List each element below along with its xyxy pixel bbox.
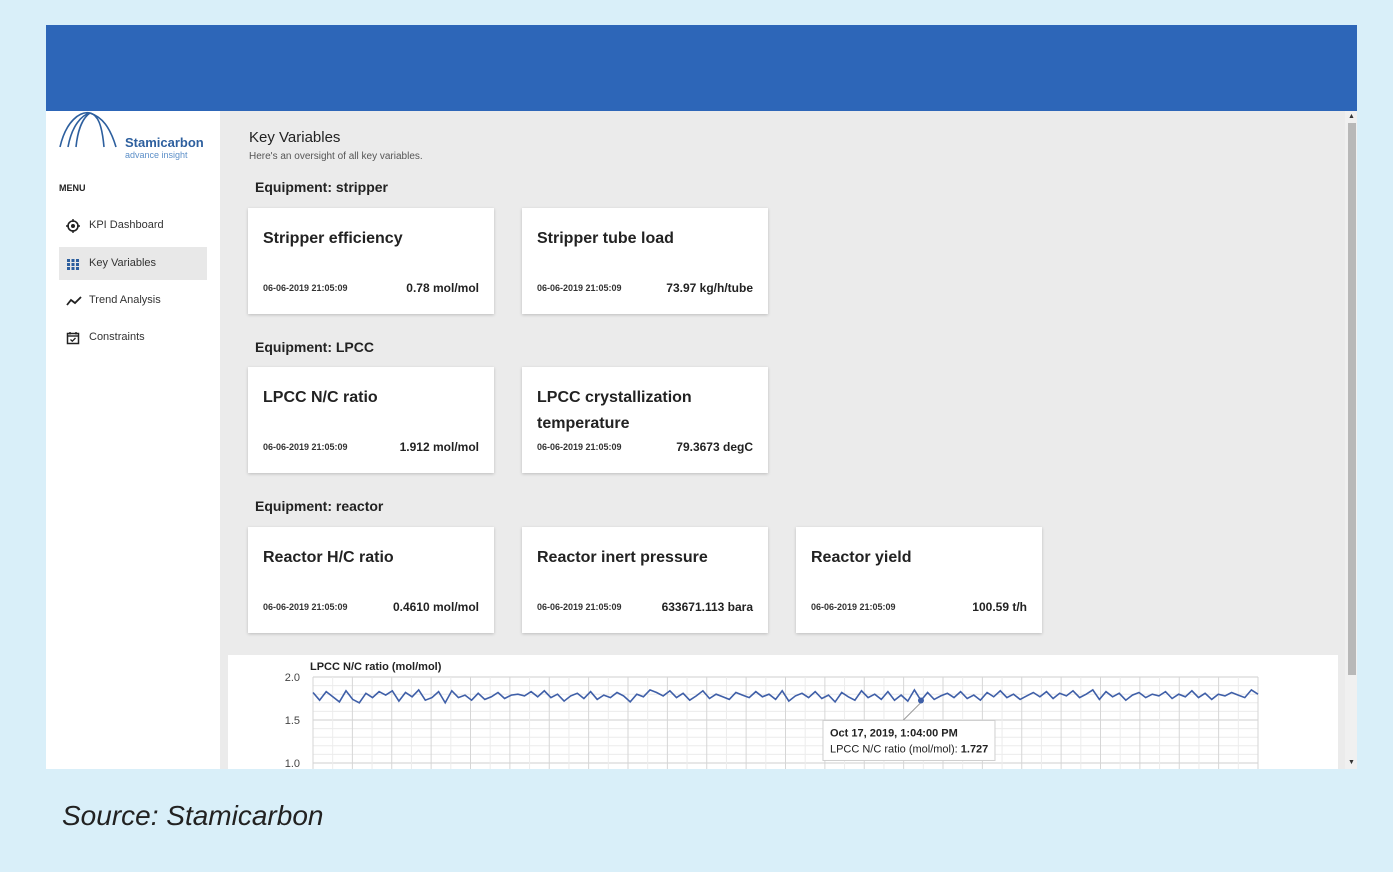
card-timestamp: 06-06-2019 21:05:09 xyxy=(263,602,348,612)
y-tick-label: 1.5 xyxy=(285,715,300,727)
kpi-card-stripper-efficiency[interactable]: Stripper efficiency 06-06-2019 21:05:09 … xyxy=(248,208,494,314)
target-icon xyxy=(66,219,80,233)
stamicarbon-logo[interactable]: Stamicarbon advance insight xyxy=(58,111,218,163)
trend-icon xyxy=(66,296,82,306)
main-content: Key Variables Here's an oversight of all… xyxy=(220,111,1345,769)
trend-chart-panel[interactable]: LPCC N/C ratio (mol/mol) 2.0 1.5 1.0 Oct… xyxy=(228,655,1338,769)
sidebar-item-label: Trend Analysis xyxy=(89,294,161,306)
card-timestamp: 06-06-2019 21:05:09 xyxy=(537,283,622,293)
tooltip-date: Oct 17, 2019, 1:04:00 PM xyxy=(830,727,958,739)
kpi-card-reactor-inert-pressure[interactable]: Reactor inert pressure 06-06-2019 21:05:… xyxy=(522,527,768,633)
logo-name: Stamicarbon xyxy=(125,135,204,150)
card-title: Reactor yield xyxy=(811,549,912,566)
chart-tooltip: Oct 17, 2019, 1:04:00 PM LPCC N/C ratio … xyxy=(822,719,996,761)
scroll-down-arrow-icon[interactable]: ▼ xyxy=(1348,759,1355,766)
card-timestamp: 06-06-2019 21:05:09 xyxy=(263,283,348,293)
tooltip-series-label: LPCC N/C ratio (mol/mol): xyxy=(830,743,961,755)
section-title-stripper: Equipment: stripper xyxy=(255,179,389,195)
card-value: 0.4610 mol/mol xyxy=(392,600,479,614)
page-title: Key Variables xyxy=(249,129,341,146)
card-title: Stripper efficiency xyxy=(263,230,403,247)
sidebar-item-kpi-dashboard[interactable]: KPI Dashboard xyxy=(59,209,207,242)
sidebar-item-key-variables[interactable]: Key Variables xyxy=(59,247,207,280)
scroll-up-arrow-icon[interactable]: ▲ xyxy=(1348,113,1355,120)
app-window: Stamicarbon advance insight MENU KPI Das… xyxy=(46,25,1357,769)
highlighted-data-point[interactable] xyxy=(917,697,924,704)
lpcc-nc-ratio-chart[interactable]: LPCC N/C ratio (mol/mol) 2.0 1.5 1.0 Oct… xyxy=(228,655,1338,769)
kpi-card-lpcc-crystallization-temperature[interactable]: LPCC crystallization temperature 06-06-2… xyxy=(522,367,768,473)
card-title: Reactor inert pressure xyxy=(537,549,708,566)
kpi-card-reactor-hc-ratio[interactable]: Reactor H/C ratio 06-06-2019 21:05:09 0.… xyxy=(248,527,494,633)
logo-tagline: advance insight xyxy=(125,150,188,160)
logo-arches-icon xyxy=(59,112,117,148)
calendar-check-icon xyxy=(66,332,80,345)
tooltip-value: 1.727 xyxy=(961,743,989,755)
card-timestamp: 06-06-2019 21:05:09 xyxy=(263,442,348,452)
card-title: LPCC crystallization temperature xyxy=(537,389,692,432)
card-value: 100.59 t/h xyxy=(972,600,1027,614)
tooltip-value-line: LPCC N/C ratio (mol/mol): 1.727 xyxy=(830,743,988,755)
sidebar-item-label: Key Variables xyxy=(89,257,157,269)
card-title: Stripper tube load xyxy=(537,230,674,247)
top-app-bar xyxy=(46,25,1357,111)
section-title-reactor: Equipment: reactor xyxy=(255,498,384,514)
card-title: Reactor H/C ratio xyxy=(263,549,394,566)
card-value: 633671.113 bara xyxy=(661,600,753,614)
grid-icon xyxy=(67,259,79,270)
y-tick-label: 1.0 xyxy=(285,758,300,769)
source-caption: Source: Stamicarbon xyxy=(62,800,324,831)
card-title: LPCC N/C ratio xyxy=(263,389,378,406)
card-timestamp: 06-06-2019 21:05:09 xyxy=(537,442,622,452)
card-timestamp: 06-06-2019 21:05:09 xyxy=(537,602,622,612)
card-value: 0.78 mol/mol xyxy=(406,281,479,295)
kpi-card-reactor-yield[interactable]: Reactor yield 06-06-2019 21:05:09 100.59… xyxy=(796,527,1042,633)
kpi-card-stripper-tube-load[interactable]: Stripper tube load 06-06-2019 21:05:09 7… xyxy=(522,208,768,314)
y-tick-label: 2.0 xyxy=(285,672,300,684)
scrollbar-thumb[interactable] xyxy=(1348,123,1356,675)
chart-title: LPCC N/C ratio (mol/mol) xyxy=(310,661,442,673)
vertical-scrollbar[interactable]: ▲ ▼ xyxy=(1345,111,1357,769)
sidebar-item-trend-analysis[interactable]: Trend Analysis xyxy=(59,284,207,317)
menu-title: MENU xyxy=(59,183,86,193)
page-subtitle: Here's an oversight of all key variables… xyxy=(249,151,423,162)
card-value: 79.3673 degC xyxy=(676,440,753,454)
sidebar-item-label: KPI Dashboard xyxy=(89,219,164,231)
card-timestamp: 06-06-2019 21:05:09 xyxy=(811,602,896,612)
kpi-card-lpcc-nc-ratio[interactable]: LPCC N/C ratio 06-06-2019 21:05:09 1.912… xyxy=(248,367,494,473)
sidebar-item-constraints[interactable]: Constraints xyxy=(59,321,207,354)
card-value: 1.912 mol/mol xyxy=(399,440,479,454)
sidebar-item-label: Constraints xyxy=(89,331,145,343)
sidebar: Stamicarbon advance insight MENU KPI Das… xyxy=(46,111,220,769)
section-title-lpcc: Equipment: LPCC xyxy=(255,339,374,355)
card-value: 73.97 kg/h/tube xyxy=(666,281,753,295)
